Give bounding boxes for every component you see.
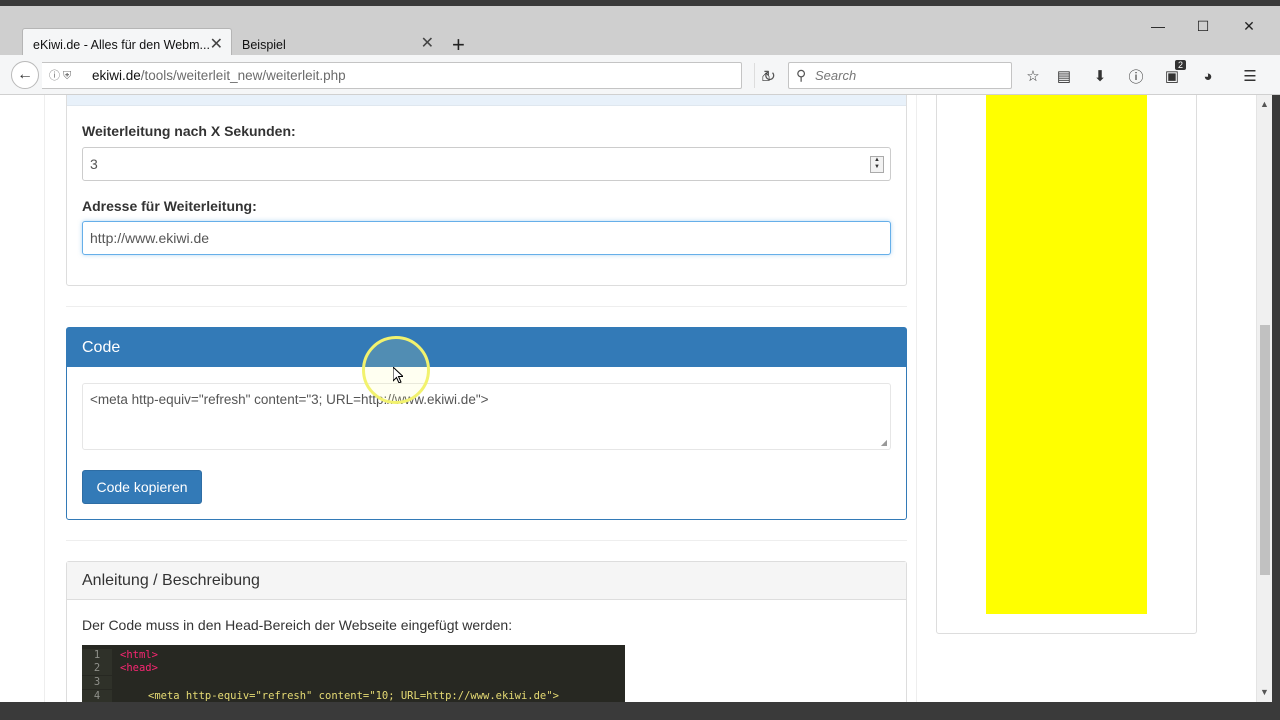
copy-code-button[interactable]: Code kopieren bbox=[82, 470, 202, 504]
advertisement[interactable] bbox=[986, 95, 1147, 614]
close-tab-icon[interactable]: ✕ bbox=[421, 35, 434, 53]
line-number: 3 bbox=[82, 676, 112, 689]
maximize-icon[interactable]: ☐ bbox=[1188, 18, 1218, 35]
line-code: <html> bbox=[120, 649, 158, 661]
code-line: 3 bbox=[82, 676, 625, 689]
scroll-up-icon[interactable]: ▲ bbox=[1260, 99, 1269, 109]
address-input[interactable]: http://www.ekiwi.de bbox=[82, 221, 891, 255]
instructions-title: Anleitung / Beschreibung bbox=[67, 562, 906, 600]
code-example: 1 <html> 2 <head> 3 4 <meta http-equiv="… bbox=[82, 645, 625, 702]
close-tab-icon[interactable]: ✕ bbox=[210, 36, 223, 54]
mouse-cursor-icon bbox=[393, 367, 403, 383]
url-domain: ekiwi.de bbox=[92, 68, 141, 83]
url-path: /tools/weiterleit_new/weiterleit.php bbox=[140, 68, 346, 83]
search-input[interactable]: ⚲ Search bbox=[788, 62, 1012, 89]
search-icon: ⚲ bbox=[796, 67, 807, 83]
site-info-icon[interactable]: ⓘ ⛨ bbox=[49, 67, 71, 83]
code-panel: Code <meta http-equiv="refresh" content=… bbox=[66, 327, 907, 520]
code-line: 4 <meta http-equiv="refresh" content="10… bbox=[82, 690, 625, 702]
instructions-panel: Anleitung / Beschreibung Der Code muss i… bbox=[66, 561, 907, 702]
tab-label: eKiwi.de - Alles für den Webm... bbox=[33, 38, 210, 52]
line-number: 1 bbox=[82, 649, 112, 662]
tab-label: Beispiel bbox=[242, 37, 286, 52]
menu-icon[interactable]: ☰ bbox=[1239, 65, 1261, 87]
instructions-text: Der Code muss in den Head-Bereich der We… bbox=[82, 617, 513, 633]
reader-icon[interactable]: ▤ bbox=[1053, 65, 1075, 87]
download-icon[interactable]: ⬇ bbox=[1089, 65, 1111, 87]
divider bbox=[66, 540, 907, 541]
line-code: <head> bbox=[120, 662, 158, 674]
line-number: 2 bbox=[82, 662, 112, 675]
info-icon[interactable]: ⓘ bbox=[1125, 65, 1147, 87]
home-icon[interactable]: ⌂ bbox=[755, 65, 777, 87]
address-value: http://www.ekiwi.de bbox=[90, 230, 210, 246]
search-placeholder: Search bbox=[815, 68, 857, 83]
code-textarea[interactable]: <meta http-equiv="refresh" content="3; U… bbox=[82, 383, 891, 450]
scroll-thumb[interactable] bbox=[1260, 325, 1270, 575]
title-bar: eKiwi.de - Alles für den Webm... ✕ Beisp… bbox=[0, 0, 1280, 61]
divider bbox=[66, 306, 907, 307]
back-icon[interactable]: ← bbox=[11, 61, 39, 89]
code-line: 1 <html> bbox=[82, 649, 625, 662]
line-number: 4 bbox=[82, 690, 112, 702]
spinner-icon[interactable]: ▲ ▼ bbox=[870, 156, 884, 173]
settings-panel: Weiterleitung nach X Sekunden: 3 ▲ ▼ Adre… bbox=[66, 95, 907, 286]
seconds-input[interactable]: 3 ▲ ▼ bbox=[82, 147, 891, 181]
seconds-label: Weiterleitung nach X Sekunden: bbox=[82, 123, 296, 139]
window-edge bbox=[0, 702, 1280, 720]
code-line: 2 <head> bbox=[82, 662, 625, 675]
window-edge bbox=[1272, 95, 1280, 702]
code-panel-title: Code bbox=[67, 328, 906, 367]
minimize-icon[interactable]: — bbox=[1143, 18, 1173, 34]
panel-header bbox=[67, 95, 906, 106]
page: Weiterleitung nach X Sekunden: 3 ▲ ▼ Adre… bbox=[0, 95, 1256, 702]
extension-icon[interactable]: ◕ bbox=[1197, 65, 1219, 87]
seconds-value: 3 bbox=[90, 156, 98, 172]
close-window-icon[interactable]: ✕ bbox=[1234, 18, 1264, 35]
resize-handle-icon[interactable]: ◢ bbox=[881, 438, 887, 447]
code-text: <meta http-equiv="refresh" content="3; U… bbox=[90, 392, 489, 407]
notification-badge: 2 bbox=[1175, 60, 1187, 70]
page-scrollbar[interactable]: ▲ ▼ bbox=[1256, 95, 1272, 702]
navigation-bar: ← ekiwi.de/tools/weiterleit_new/weiterle… bbox=[0, 55, 1280, 95]
line-code: <meta http-equiv="refresh" content="10; … bbox=[148, 690, 559, 702]
main-content: Weiterleitung nach X Sekunden: 3 ▲ ▼ Adre… bbox=[44, 95, 917, 702]
scroll-down-icon[interactable]: ▼ bbox=[1260, 687, 1269, 697]
sidebar-ad-box bbox=[936, 95, 1197, 634]
url-bar[interactable]: ekiwi.de/tools/weiterleit_new/weiterleit… bbox=[42, 62, 776, 89]
address-label: Adresse für Weiterleitung: bbox=[82, 198, 257, 214]
star-icon[interactable]: ☆ bbox=[1022, 65, 1044, 87]
